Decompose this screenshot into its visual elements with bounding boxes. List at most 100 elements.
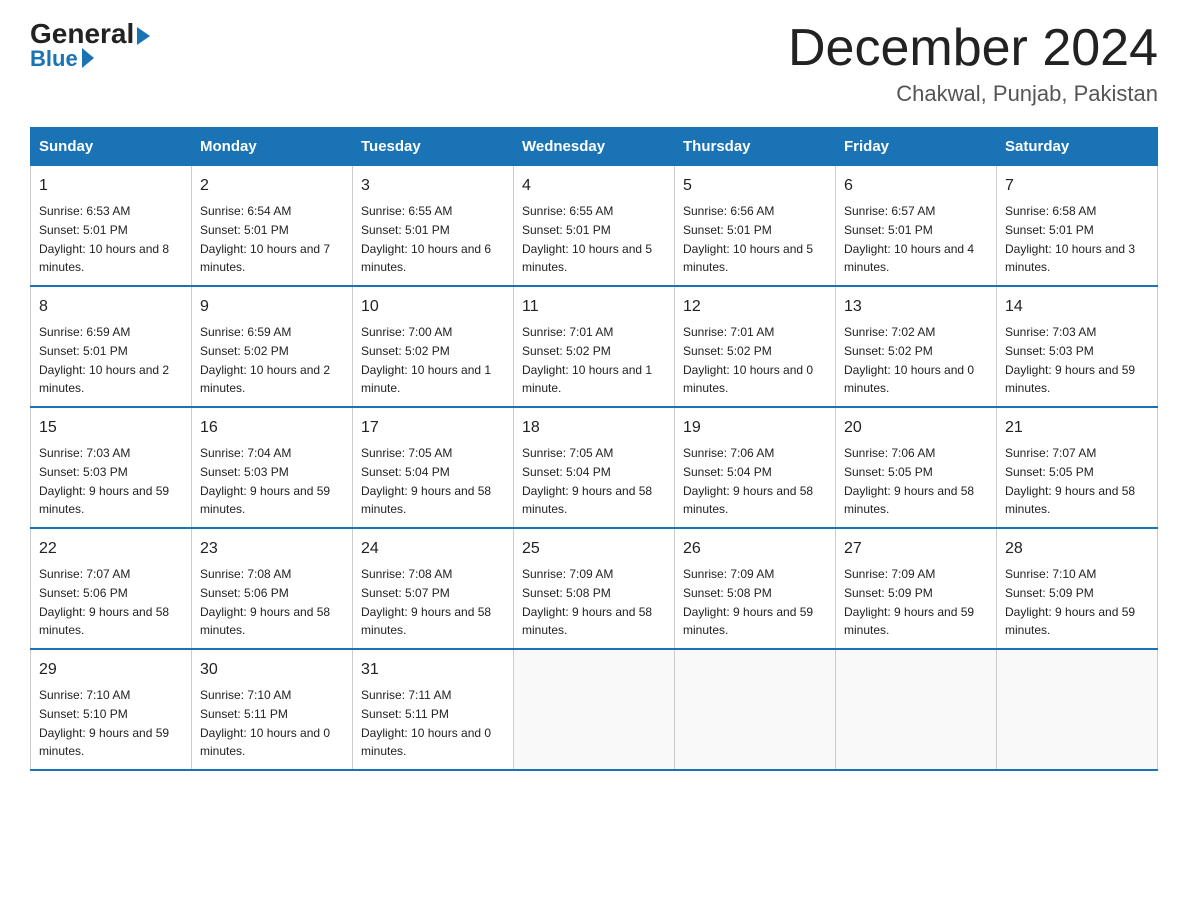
day-info: Sunrise: 7:06 AMSunset: 5:04 PMDaylight:… xyxy=(683,446,813,516)
table-row: 17 Sunrise: 7:05 AMSunset: 5:04 PMDaylig… xyxy=(353,407,514,528)
day-info: Sunrise: 6:55 AMSunset: 5:01 PMDaylight:… xyxy=(361,204,491,274)
table-row: 19 Sunrise: 7:06 AMSunset: 5:04 PMDaylig… xyxy=(675,407,836,528)
day-number: 1 xyxy=(39,174,183,198)
day-number: 4 xyxy=(522,174,666,198)
calendar-week-row: 22 Sunrise: 7:07 AMSunset: 5:06 PMDaylig… xyxy=(31,528,1158,649)
table-row xyxy=(514,649,675,770)
day-number: 8 xyxy=(39,295,183,319)
table-row: 18 Sunrise: 7:05 AMSunset: 5:04 PMDaylig… xyxy=(514,407,675,528)
day-info: Sunrise: 7:08 AMSunset: 5:07 PMDaylight:… xyxy=(361,567,491,637)
day-number: 23 xyxy=(200,537,344,561)
day-info: Sunrise: 7:06 AMSunset: 5:05 PMDaylight:… xyxy=(844,446,974,516)
table-row: 13 Sunrise: 7:02 AMSunset: 5:02 PMDaylig… xyxy=(836,286,997,407)
day-info: Sunrise: 7:01 AMSunset: 5:02 PMDaylight:… xyxy=(522,325,652,395)
table-row: 12 Sunrise: 7:01 AMSunset: 5:02 PMDaylig… xyxy=(675,286,836,407)
header-saturday: Saturday xyxy=(997,128,1158,166)
day-number: 21 xyxy=(1005,416,1149,440)
day-info: Sunrise: 6:58 AMSunset: 5:01 PMDaylight:… xyxy=(1005,204,1135,274)
day-info: Sunrise: 7:10 AMSunset: 5:09 PMDaylight:… xyxy=(1005,567,1135,637)
table-row: 3 Sunrise: 6:55 AMSunset: 5:01 PMDayligh… xyxy=(353,166,514,287)
day-number: 2 xyxy=(200,174,344,198)
table-row: 30 Sunrise: 7:10 AMSunset: 5:11 PMDaylig… xyxy=(192,649,353,770)
table-row: 5 Sunrise: 6:56 AMSunset: 5:01 PMDayligh… xyxy=(675,166,836,287)
day-info: Sunrise: 7:10 AMSunset: 5:11 PMDaylight:… xyxy=(200,688,330,758)
weekday-header-row: Sunday Monday Tuesday Wednesday Thursday… xyxy=(31,128,1158,166)
table-row: 7 Sunrise: 6:58 AMSunset: 5:01 PMDayligh… xyxy=(997,166,1158,287)
day-info: Sunrise: 7:01 AMSunset: 5:02 PMDaylight:… xyxy=(683,325,813,395)
day-number: 5 xyxy=(683,174,827,198)
table-row: 9 Sunrise: 6:59 AMSunset: 5:02 PMDayligh… xyxy=(192,286,353,407)
table-row: 10 Sunrise: 7:00 AMSunset: 5:02 PMDaylig… xyxy=(353,286,514,407)
day-number: 30 xyxy=(200,658,344,682)
day-number: 14 xyxy=(1005,295,1149,319)
table-row: 22 Sunrise: 7:07 AMSunset: 5:06 PMDaylig… xyxy=(31,528,192,649)
day-info: Sunrise: 6:59 AMSunset: 5:02 PMDaylight:… xyxy=(200,325,330,395)
day-number: 17 xyxy=(361,416,505,440)
day-number: 12 xyxy=(683,295,827,319)
day-number: 20 xyxy=(844,416,988,440)
day-info: Sunrise: 7:10 AMSunset: 5:10 PMDaylight:… xyxy=(39,688,169,758)
table-row: 23 Sunrise: 7:08 AMSunset: 5:06 PMDaylig… xyxy=(192,528,353,649)
day-info: Sunrise: 7:09 AMSunset: 5:09 PMDaylight:… xyxy=(844,567,974,637)
day-number: 13 xyxy=(844,295,988,319)
table-row: 11 Sunrise: 7:01 AMSunset: 5:02 PMDaylig… xyxy=(514,286,675,407)
day-number: 11 xyxy=(522,295,666,319)
day-number: 24 xyxy=(361,537,505,561)
logo-general-text: General xyxy=(30,20,150,48)
table-row: 20 Sunrise: 7:06 AMSunset: 5:05 PMDaylig… xyxy=(836,407,997,528)
day-info: Sunrise: 6:59 AMSunset: 5:01 PMDaylight:… xyxy=(39,325,169,395)
calendar-week-row: 15 Sunrise: 7:03 AMSunset: 5:03 PMDaylig… xyxy=(31,407,1158,528)
table-row: 6 Sunrise: 6:57 AMSunset: 5:01 PMDayligh… xyxy=(836,166,997,287)
table-row: 31 Sunrise: 7:11 AMSunset: 5:11 PMDaylig… xyxy=(353,649,514,770)
header-friday: Friday xyxy=(836,128,997,166)
day-number: 6 xyxy=(844,174,988,198)
day-number: 26 xyxy=(683,537,827,561)
calendar-table: Sunday Monday Tuesday Wednesday Thursday… xyxy=(30,127,1158,771)
day-number: 28 xyxy=(1005,537,1149,561)
table-row: 14 Sunrise: 7:03 AMSunset: 5:03 PMDaylig… xyxy=(997,286,1158,407)
calendar-week-row: 8 Sunrise: 6:59 AMSunset: 5:01 PMDayligh… xyxy=(31,286,1158,407)
day-info: Sunrise: 6:53 AMSunset: 5:01 PMDaylight:… xyxy=(39,204,169,274)
table-row: 25 Sunrise: 7:09 AMSunset: 5:08 PMDaylig… xyxy=(514,528,675,649)
header-tuesday: Tuesday xyxy=(353,128,514,166)
day-info: Sunrise: 6:56 AMSunset: 5:01 PMDaylight:… xyxy=(683,204,813,274)
table-row: 8 Sunrise: 6:59 AMSunset: 5:01 PMDayligh… xyxy=(31,286,192,407)
calendar-week-row: 1 Sunrise: 6:53 AMSunset: 5:01 PMDayligh… xyxy=(31,166,1158,287)
header-wednesday: Wednesday xyxy=(514,128,675,166)
day-number: 3 xyxy=(361,174,505,198)
day-number: 25 xyxy=(522,537,666,561)
table-row: 28 Sunrise: 7:10 AMSunset: 5:09 PMDaylig… xyxy=(997,528,1158,649)
day-info: Sunrise: 7:09 AMSunset: 5:08 PMDaylight:… xyxy=(683,567,813,637)
table-row xyxy=(836,649,997,770)
day-info: Sunrise: 6:57 AMSunset: 5:01 PMDaylight:… xyxy=(844,204,974,274)
table-row: 15 Sunrise: 7:03 AMSunset: 5:03 PMDaylig… xyxy=(31,407,192,528)
title-block: December 2024 Chakwal, Punjab, Pakistan xyxy=(788,20,1158,107)
table-row: 2 Sunrise: 6:54 AMSunset: 5:01 PMDayligh… xyxy=(192,166,353,287)
day-number: 15 xyxy=(39,416,183,440)
table-row: 4 Sunrise: 6:55 AMSunset: 5:01 PMDayligh… xyxy=(514,166,675,287)
day-info: Sunrise: 7:08 AMSunset: 5:06 PMDaylight:… xyxy=(200,567,330,637)
header-thursday: Thursday xyxy=(675,128,836,166)
table-row: 26 Sunrise: 7:09 AMSunset: 5:08 PMDaylig… xyxy=(675,528,836,649)
day-number: 29 xyxy=(39,658,183,682)
month-title: December 2024 xyxy=(788,20,1158,77)
location-label: Chakwal, Punjab, Pakistan xyxy=(788,81,1158,107)
calendar-week-row: 29 Sunrise: 7:10 AMSunset: 5:10 PMDaylig… xyxy=(31,649,1158,770)
day-number: 7 xyxy=(1005,174,1149,198)
day-info: Sunrise: 7:07 AMSunset: 5:06 PMDaylight:… xyxy=(39,567,169,637)
table-row: 21 Sunrise: 7:07 AMSunset: 5:05 PMDaylig… xyxy=(997,407,1158,528)
day-info: Sunrise: 7:05 AMSunset: 5:04 PMDaylight:… xyxy=(522,446,652,516)
day-info: Sunrise: 6:54 AMSunset: 5:01 PMDaylight:… xyxy=(200,204,330,274)
logo-arrow-icon xyxy=(82,48,94,68)
day-info: Sunrise: 7:04 AMSunset: 5:03 PMDaylight:… xyxy=(200,446,330,516)
day-number: 31 xyxy=(361,658,505,682)
table-row: 1 Sunrise: 6:53 AMSunset: 5:01 PMDayligh… xyxy=(31,166,192,287)
table-row: 27 Sunrise: 7:09 AMSunset: 5:09 PMDaylig… xyxy=(836,528,997,649)
header-sunday: Sunday xyxy=(31,128,192,166)
page-header: General Blue December 2024 Chakwal, Punj… xyxy=(30,20,1158,107)
header-monday: Monday xyxy=(192,128,353,166)
logo-blue-text: Blue xyxy=(30,48,94,70)
table-row: 24 Sunrise: 7:08 AMSunset: 5:07 PMDaylig… xyxy=(353,528,514,649)
day-info: Sunrise: 6:55 AMSunset: 5:01 PMDaylight:… xyxy=(522,204,652,274)
table-row xyxy=(997,649,1158,770)
